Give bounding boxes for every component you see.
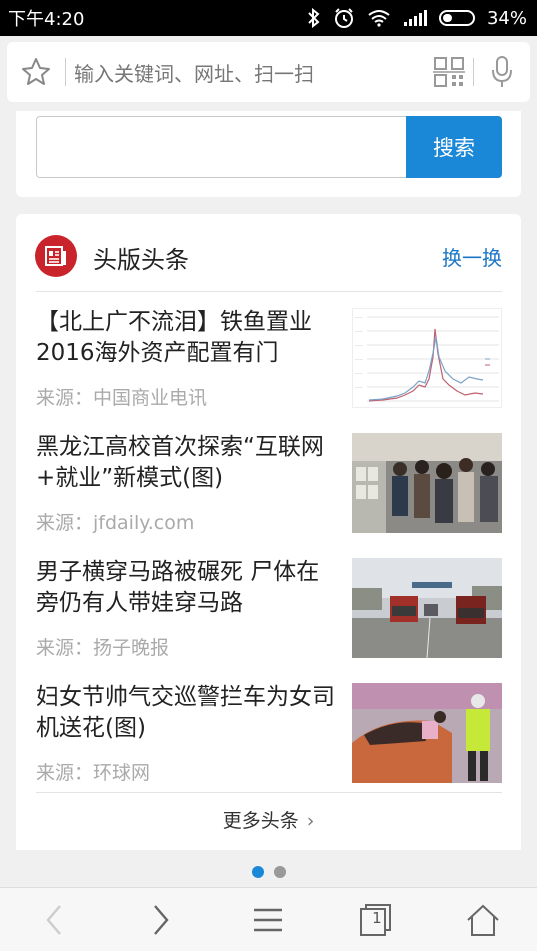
address-bar-container: 输入关键词、网址、扫一扫: [0, 36, 537, 111]
news-text: 妇女节帅气交巡警拦车为女司机送花(图): [36, 682, 336, 744]
police-flowers-photo[interactable]: [352, 683, 502, 783]
news-text: 黑龙江高校首次探索“互联网+就业”新模式(图): [36, 432, 336, 494]
line-chart-thumbnail[interactable]: —— —— —— —— —— ——: [352, 308, 502, 408]
highway-trucks-photo[interactable]: [352, 558, 502, 658]
svg-text:——: ——: [355, 371, 363, 376]
news-text: 【北上广不流泪】铁鱼置业2016海外资产配置有门: [36, 307, 336, 369]
footer-divider: [36, 792, 502, 793]
status-icons: 34%: [307, 7, 527, 29]
back-icon[interactable]: [24, 890, 84, 950]
news-source: 来源：环球网: [36, 762, 151, 784]
news-headline[interactable]: 【北上广不流泪】铁鱼置业2016海外资产配置有门: [36, 307, 336, 369]
more-headlines-link[interactable]: 更多头条 ›: [16, 806, 521, 833]
chevron-right-icon: ›: [306, 810, 315, 832]
qr-scan-icon[interactable]: [425, 42, 473, 102]
more-headlines-label: 更多头条: [222, 810, 299, 832]
home-icon[interactable]: [453, 890, 513, 950]
headlines-header: 头版头条 换一换: [16, 214, 521, 292]
news-text: 男子横穿马路被碾死 尸体在旁仍有人带娃穿马路: [36, 557, 336, 619]
news-headline[interactable]: 男子横穿马路被碾死 尸体在旁仍有人带娃穿马路: [36, 557, 336, 619]
star-icon[interactable]: [7, 42, 65, 102]
menu-icon[interactable]: [238, 890, 298, 950]
news-headline[interactable]: 黑龙江高校首次探索“互联网+就业”新模式(图): [36, 432, 336, 494]
battery-icon: [438, 10, 475, 26]
page-dot-1[interactable]: [251, 866, 264, 878]
page-indicator: [0, 866, 537, 878]
svg-text:——: ——: [355, 315, 363, 320]
svg-text:——: ——: [355, 329, 363, 334]
tabs-icon[interactable]: 1: [346, 890, 406, 950]
svg-text:——: ——: [355, 357, 363, 362]
section-title: 头版头条: [93, 246, 189, 274]
forward-icon[interactable]: [131, 890, 191, 950]
news-source: 来源：jfdaily.com: [36, 512, 195, 534]
news-item[interactable]: 妇女节帅气交巡警拦车为女司机送花(图) 来源：环球网: [36, 682, 502, 792]
headlines-card: 头版头条 换一换 【北上广不流泪】铁鱼置业2016海外资产配置有门 来源：中国商…: [16, 214, 521, 850]
header-divider: [36, 291, 502, 292]
tab-count: 1: [372, 908, 382, 927]
svg-text:——: ——: [355, 343, 363, 348]
wifi-icon: [367, 9, 391, 27]
signal-icon: [403, 10, 427, 26]
news-item[interactable]: 黑龙江高校首次探索“互联网+就业”新模式(图) 来源：jfdaily.com: [36, 432, 502, 542]
search-button[interactable]: 搜索: [406, 116, 502, 178]
news-item[interactable]: 男子横穿马路被碾死 尸体在旁仍有人带娃穿马路 来源：扬子晚报: [36, 557, 502, 667]
news-source: 来源：扬子晚报: [36, 637, 170, 659]
svg-text:——: ——: [355, 385, 363, 390]
headlines-logo-icon: [35, 235, 77, 277]
microphone-icon[interactable]: [474, 42, 530, 102]
address-input[interactable]: 输入关键词、网址、扫一扫: [66, 58, 425, 87]
status-time: 下午4:20: [8, 9, 85, 30]
bluetooth-icon: [307, 8, 321, 28]
news-headline[interactable]: 妇女节帅气交巡警拦车为女司机送花(图): [36, 682, 336, 744]
page-dot-2[interactable]: [273, 866, 286, 878]
battery-percent: 34%: [486, 7, 527, 29]
job-fair-photo[interactable]: [352, 433, 502, 533]
search-input[interactable]: [36, 116, 408, 178]
alarm-icon: [333, 7, 355, 29]
search-card: 搜索: [16, 111, 521, 197]
bottom-toolbar: 1: [0, 887, 537, 951]
refresh-link[interactable]: 换一换: [442, 242, 502, 271]
address-bar[interactable]: 输入关键词、网址、扫一扫: [7, 42, 530, 102]
status-bar: 下午4:20 34%: [0, 0, 537, 36]
news-source: 来源：中国商业电讯: [36, 387, 208, 409]
news-item[interactable]: 【北上广不流泪】铁鱼置业2016海外资产配置有门 来源：中国商业电讯 —— —— —…: [36, 307, 502, 417]
